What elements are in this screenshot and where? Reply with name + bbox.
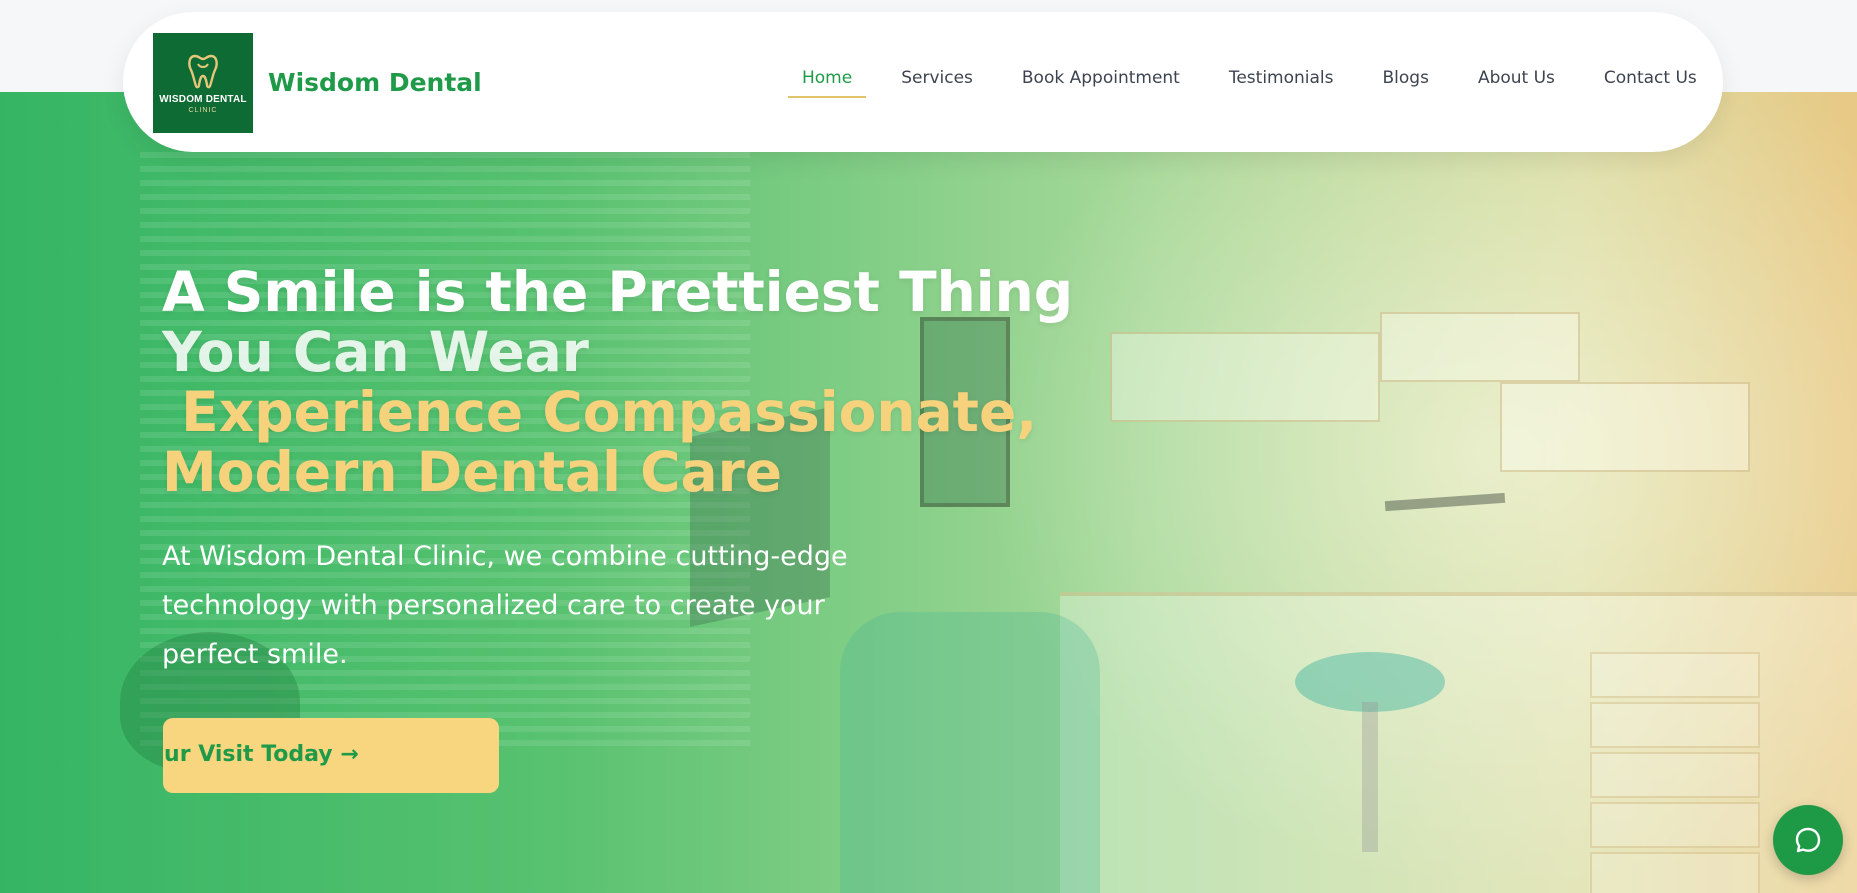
- hero-subtitle-line-2: Modern Dental Care: [162, 440, 783, 504]
- wall-cabinet-middle: [1380, 312, 1580, 382]
- nav-contact-us[interactable]: Contact Us: [1590, 68, 1711, 98]
- nav-about-us[interactable]: About Us: [1464, 68, 1569, 98]
- nav-services[interactable]: Services: [887, 68, 987, 98]
- drawer: [1590, 652, 1760, 698]
- navbar: WISDOM DENTAL CLINIC Wisdom Dental Home …: [123, 12, 1723, 152]
- logo-text: WISDOM DENTAL: [159, 94, 247, 105]
- hero-title: A Smile is the Prettiest Thing You Can W…: [162, 262, 1073, 502]
- wall-cabinet-right: [1500, 382, 1750, 472]
- nav-blogs[interactable]: Blogs: [1369, 68, 1443, 98]
- chat-button[interactable]: [1773, 805, 1843, 875]
- nav-home[interactable]: Home: [788, 68, 867, 98]
- main-nav: Home Services Book Appointment Testimoni…: [788, 68, 1711, 98]
- drawer: [1590, 752, 1760, 798]
- drawer: [1590, 802, 1760, 848]
- wall-cabinet-left: [1110, 332, 1380, 422]
- hero-title-line-2: You Can Wear: [162, 320, 589, 384]
- tooth-logo-icon: [188, 54, 218, 89]
- book-visit-button-label: Your Visit Today →: [163, 742, 359, 767]
- hero-subtitle-line-1: Experience Compassionate,: [162, 380, 1038, 444]
- nav-testimonials[interactable]: Testimonials: [1215, 68, 1348, 98]
- drawer: [1590, 852, 1760, 893]
- logo[interactable]: WISDOM DENTAL CLINIC: [153, 33, 253, 133]
- hero-title-line-1: A Smile is the Prettiest Thing: [162, 260, 1074, 324]
- stool-leg: [1362, 702, 1378, 852]
- drawer: [1590, 702, 1760, 748]
- nav-book-appointment[interactable]: Book Appointment: [1008, 68, 1194, 98]
- brand-name[interactable]: Wisdom Dental: [268, 68, 482, 97]
- book-visit-button[interactable]: Your Visit Today →: [163, 718, 499, 793]
- hero-description: At Wisdom Dental Clinic, we combine cutt…: [162, 541, 848, 670]
- chat-bubble-icon: [1795, 827, 1821, 853]
- logo-subtext: CLINIC: [188, 107, 218, 114]
